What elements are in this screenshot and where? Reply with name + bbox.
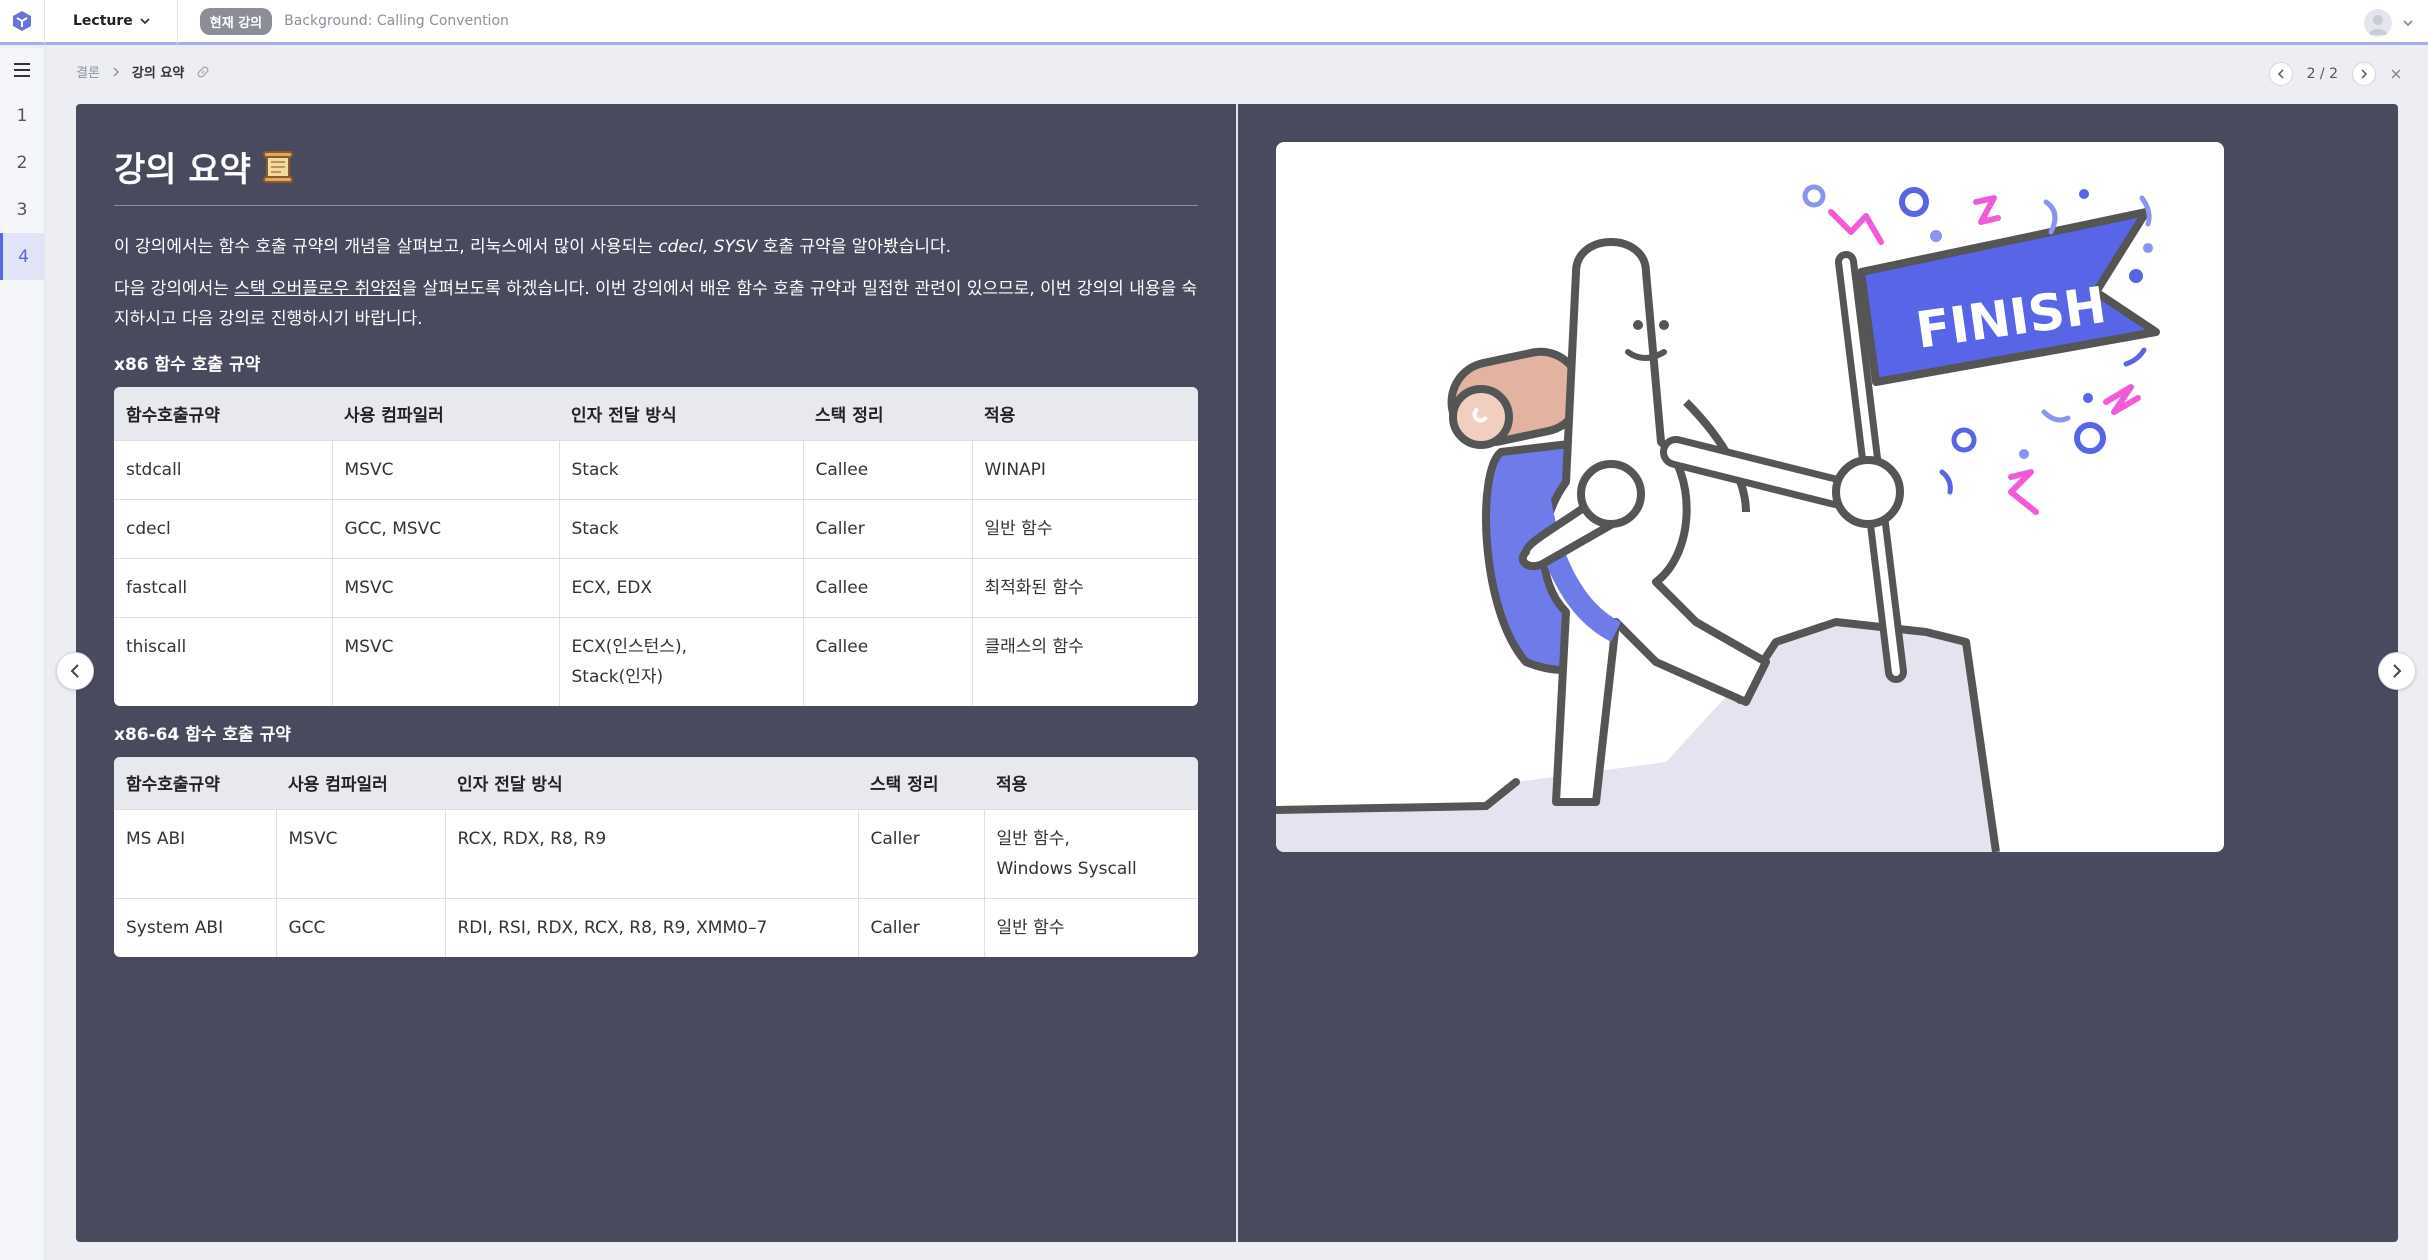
slide-next-button[interactable] <box>2378 652 2416 690</box>
table-cell: 최적화된 함수 <box>971 557 1198 617</box>
table-cell: ECX, EDX <box>558 557 803 617</box>
close-icon[interactable] <box>2390 68 2402 80</box>
user-icon <box>2369 14 2387 35</box>
avatar[interactable] <box>2364 8 2392 37</box>
rail-item-1[interactable]: 1 <box>0 92 44 139</box>
chevron-right-icon <box>113 66 119 77</box>
table-cell: GCC, MSVC <box>331 498 559 558</box>
chevron-left-icon <box>2277 69 2284 79</box>
lecture-slide: 강의 요약 이 강의에서는 함수 호출 규약의 개념을 살펴보고, 리눅스에서 … <box>56 104 2416 1242</box>
chevron-down-icon[interactable] <box>2402 17 2414 29</box>
current-lecture-title: Background: Calling Convention <box>284 13 509 29</box>
table-cell: Stack <box>558 498 803 558</box>
chapter-rail: 1 2 3 4 <box>0 48 45 1260</box>
table-cell: RDI, RSI, RDX, RCX, R8, R9, XMM0–7 <box>444 898 858 957</box>
table-cell: GCC <box>275 898 445 957</box>
finish-illustration: FINISH <box>1276 142 2224 852</box>
slide-title-text: 강의 요약 <box>114 150 251 190</box>
prev-page-button[interactable] <box>2268 62 2293 86</box>
menu-button[interactable] <box>0 48 44 92</box>
slide-text-column: 강의 요약 이 강의에서는 함수 호출 규약의 개념을 살펴보고, 리눅스에서 … <box>114 142 1198 957</box>
table-cell: Callee <box>802 616 972 706</box>
table-cell: fastcall <box>114 557 332 617</box>
table-cell: Callee <box>802 557 972 617</box>
next-paragraph: 다음 강의에서는 스택 오버플로우 취약점을 살펴보도록 하겠습니다. 이번 강… <box>114 274 1198 334</box>
x86-heading: x86 함수 호출 규약 <box>114 355 261 375</box>
intro-paragraph: 이 강의에서는 함수 호출 규약의 개념을 살펴보고, 리눅스에서 많이 사용되… <box>114 232 1198 262</box>
table-row: fastcall MSVC ECX, EDX Callee 최적화된 함수 <box>114 557 1198 617</box>
rail-item-2[interactable]: 2 <box>0 139 44 186</box>
top-bar: Lecture 현재 강의 Background: Calling Conven… <box>0 0 2428 45</box>
rail-item-3[interactable]: 3 <box>0 186 44 233</box>
table-row: stdcall MSVC Stack Callee WINAPI <box>114 439 1198 499</box>
table-cell: Caller <box>857 809 984 899</box>
intro-text-end: 호출 규약을 알아봤습니다. <box>757 237 952 257</box>
table-cell: 일반 함수 <box>971 498 1198 558</box>
table-row: thiscall MSVC ECX(인스턴스), Stack(인자) Calle… <box>114 616 1198 706</box>
table-cell: MSVC <box>331 439 559 499</box>
table-cell: RCX, RDX, R8, R9 <box>444 809 858 899</box>
lecture-dropdown[interactable]: Lecture <box>45 0 178 44</box>
table-cell: cdecl <box>114 498 332 558</box>
page-indicator: 2 / 2 <box>2306 66 2338 82</box>
chevron-left-icon <box>70 664 79 678</box>
table-cell: stdcall <box>114 439 332 499</box>
table-cell: thiscall <box>114 616 332 706</box>
x86-table: 함수호출규약 사용 컴파일러 인자 전달 방식 스택 정리 적용 stdcall… <box>114 387 1198 706</box>
table-cell: Caller <box>857 898 984 957</box>
table-header: 사용 컴파일러 <box>332 387 559 440</box>
logo-icon[interactable] <box>0 0 45 44</box>
table-cell: MSVC <box>275 809 445 899</box>
table-row: System ABI GCC RDI, RSI, RDX, RCX, R8, R… <box>114 898 1198 957</box>
table-cell: MSVC <box>331 616 559 706</box>
table-cell: System ABI <box>114 898 276 957</box>
table-cell: 일반 함수, Windows Syscall <box>983 809 1198 899</box>
link-icon[interactable] <box>196 65 210 79</box>
next-text: 다음 강의에서는 <box>114 279 235 299</box>
x64-heading: x86-64 함수 호출 규약 <box>114 724 291 745</box>
next-page-button[interactable] <box>2352 62 2376 86</box>
intro-emphasis: cdecl, SYSV <box>658 237 758 257</box>
table-cell: MSVC <box>331 557 559 617</box>
table-cell: 일반 함수 <box>983 898 1198 957</box>
table-header: 적용 <box>972 387 1198 440</box>
chevron-right-icon <box>2361 69 2368 79</box>
page-pager: 2 / 2 <box>2268 62 2402 86</box>
table-cell: 클래스의 함수 <box>971 616 1198 706</box>
table-row: cdecl GCC, MSVC Stack Caller 일반 함수 <box>114 498 1198 558</box>
slide-title: 강의 요약 <box>114 142 1198 206</box>
table-cell: Caller <box>802 498 972 558</box>
table-header: 함수호출규약 <box>114 387 332 440</box>
x64-table: 함수호출규약 사용 컴파일러 인자 전달 방식 스택 정리 적용 MS ABI … <box>114 756 1198 957</box>
current-lecture-badge: 현재 강의 <box>199 7 273 35</box>
table-header: 사용 컴파일러 <box>276 756 445 810</box>
table-header: 인자 전달 방식 <box>445 756 858 810</box>
scroll-icon <box>262 150 293 183</box>
table-cell: Callee <box>802 439 972 499</box>
next-lecture-link[interactable]: 스택 오버플로우 취약점 <box>234 279 401 299</box>
chevron-down-icon <box>140 18 150 25</box>
breadcrumb: 결론 강의 요약 <box>76 62 210 81</box>
breadcrumb-parent[interactable]: 결론 <box>76 62 100 81</box>
intro-text: 이 강의에서는 함수 호출 규약의 개념을 살펴보고, 리눅스에서 많이 사용되… <box>114 237 659 257</box>
chevron-right-icon <box>2393 664 2402 678</box>
table-header: 스택 정리 <box>858 756 984 810</box>
table-cell: MS ABI <box>114 809 276 899</box>
slide-divider <box>1236 104 1238 1242</box>
table-cell: ECX(인스턴스), Stack(인자) <box>558 616 803 706</box>
hamburger-icon <box>14 63 30 77</box>
table-header: 함수호출규약 <box>114 756 276 810</box>
table-header: 인자 전달 방식 <box>559 387 803 440</box>
lecture-dropdown-label: Lecture <box>73 13 133 29</box>
table-header: 스택 정리 <box>803 387 972 440</box>
rail-item-4[interactable]: 4 <box>0 233 44 280</box>
table-cell: Stack <box>558 439 803 499</box>
table-cell: WINAPI <box>971 439 1198 499</box>
table-row: MS ABI MSVC RCX, RDX, R8, R9 Caller 일반 함… <box>114 809 1198 899</box>
slide-prev-button[interactable] <box>56 652 94 690</box>
breadcrumb-current: 강의 요약 <box>131 66 185 81</box>
table-header: 적용 <box>984 756 1198 810</box>
